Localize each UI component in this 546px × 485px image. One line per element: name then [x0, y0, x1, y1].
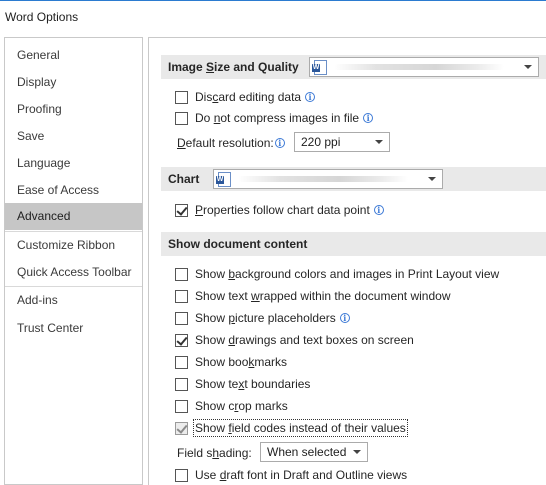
option-label: Default resolution:	[177, 136, 274, 150]
advanced-options-panel: Image Size and Quality Discard editing d…	[148, 37, 546, 485]
info-circle-icon[interactable]: i	[373, 205, 384, 215]
use-draft-font-option[interactable]: Use draft font in Draft and Outline view…	[175, 466, 407, 484]
show-field-codes-checkbox[interactable]	[175, 421, 188, 435]
discard-editing-data-option[interactable]: Discard editing data i	[175, 88, 316, 106]
info-circle-icon[interactable]: i	[363, 113, 374, 123]
blurred-document-name	[334, 64, 504, 70]
option-label: Show bookmarks	[195, 355, 288, 369]
blurred-document-name	[238, 176, 408, 182]
show-text-boundaries-option[interactable]: Show text boundaries	[175, 375, 310, 393]
nav-item-ease-of-access[interactable]: Ease of Access	[5, 177, 142, 204]
option-label: Show field codes instead of their values	[193, 419, 408, 437]
section-title-access-key: S	[206, 60, 215, 74]
nav-item-general[interactable]: General	[5, 42, 142, 69]
option-label: Do not compress images in file	[195, 111, 360, 125]
show-crop-marks-option[interactable]: Show crop marks	[175, 397, 288, 415]
show-picture-placeholders-option[interactable]: Show picture placeholders i	[175, 309, 350, 327]
properties-follow-chart-option[interactable]: Properties follow chart data point i	[175, 201, 384, 219]
info-circle-icon[interactable]: i	[305, 92, 316, 102]
section-title-part: ize and Quality	[214, 60, 299, 74]
field-shading-select[interactable]: When selected	[260, 442, 368, 462]
default-resolution-label: Default resolution: i	[177, 134, 285, 152]
show-crop-marks-checkbox[interactable]	[175, 399, 188, 413]
chevron-down-icon	[375, 140, 383, 144]
show-drawings-checkbox[interactable]	[175, 333, 188, 347]
nav-item-advanced[interactable]: Advanced	[5, 203, 142, 230]
word-document-icon	[312, 59, 327, 75]
nav-item-trust-center[interactable]: Trust Center	[5, 315, 142, 342]
field-shading-value: When selected	[267, 445, 347, 459]
options-nav: General Display Proofing Save Language E…	[4, 37, 143, 485]
default-resolution-select[interactable]: 220 ppi	[294, 132, 390, 152]
show-text-wrapped-option[interactable]: Show text wrapped within the document wi…	[175, 287, 450, 305]
nav-item-display[interactable]: Display	[5, 69, 142, 96]
show-picture-placeholders-checkbox[interactable]	[175, 311, 188, 325]
chevron-down-icon	[428, 177, 436, 181]
section-title: Chart	[168, 172, 200, 186]
option-label: Show drawings and text boxes on screen	[195, 333, 414, 347]
chevron-down-icon	[353, 450, 361, 454]
show-background-colors-checkbox[interactable]	[175, 267, 188, 281]
default-resolution-value: 220 ppi	[301, 135, 341, 149]
image-document-select[interactable]	[309, 57, 539, 77]
info-circle-icon[interactable]: i	[274, 138, 285, 148]
option-label: Show picture placeholders	[195, 311, 336, 325]
nav-item-proofing[interactable]: Proofing	[5, 96, 142, 123]
option-label: Discard editing data	[195, 90, 302, 104]
show-drawings-option[interactable]: Show drawings and text boxes on screen	[175, 331, 414, 349]
nav-item-quick-access-toolbar[interactable]: Quick Access Toolbar	[5, 259, 142, 286]
section-title-part: Image	[168, 60, 207, 74]
option-label: Properties follow chart data point	[195, 203, 370, 217]
field-shading-label: Field shading:	[177, 446, 252, 460]
use-draft-font-checkbox[interactable]	[175, 468, 188, 482]
discard-editing-data-checkbox[interactable]	[175, 90, 188, 104]
show-text-boundaries-checkbox[interactable]	[175, 377, 188, 391]
nav-item-save[interactable]: Save	[5, 123, 142, 150]
nav-item-customize-ribbon[interactable]: Customize Ribbon	[5, 232, 142, 259]
option-label: Show text wrapped within the document wi…	[195, 289, 451, 303]
show-text-wrapped-checkbox[interactable]	[175, 289, 188, 303]
show-background-colors-option[interactable]: Show background colors and images in Pri…	[175, 265, 499, 283]
do-not-compress-checkbox[interactable]	[175, 111, 188, 125]
show-bookmarks-checkbox[interactable]	[175, 355, 188, 369]
nav-item-add-ins[interactable]: Add-ins	[5, 287, 142, 314]
window-title: Word Options	[0, 0, 546, 33]
option-label: Show crop marks	[195, 399, 288, 413]
option-label: Show text boundaries	[195, 377, 311, 391]
chevron-down-icon	[524, 65, 532, 69]
properties-follow-chart-checkbox[interactable]	[175, 203, 188, 217]
word-document-icon	[216, 171, 231, 187]
section-title: Show document content	[168, 237, 308, 251]
nav-item-language[interactable]: Language	[5, 150, 142, 177]
chart-document-select[interactable]	[213, 169, 443, 189]
option-label: Use draft font in Draft and Outline view…	[195, 468, 408, 482]
show-bookmarks-option[interactable]: Show bookmarks	[175, 353, 287, 371]
show-document-content-header: Show document content	[161, 232, 546, 256]
option-label: Show background colors and images in Pri…	[195, 267, 500, 281]
show-field-codes-option[interactable]: Show field codes instead of their values	[175, 419, 408, 437]
info-circle-icon[interactable]: i	[339, 313, 350, 323]
do-not-compress-option[interactable]: Do not compress images in file i	[175, 109, 374, 127]
